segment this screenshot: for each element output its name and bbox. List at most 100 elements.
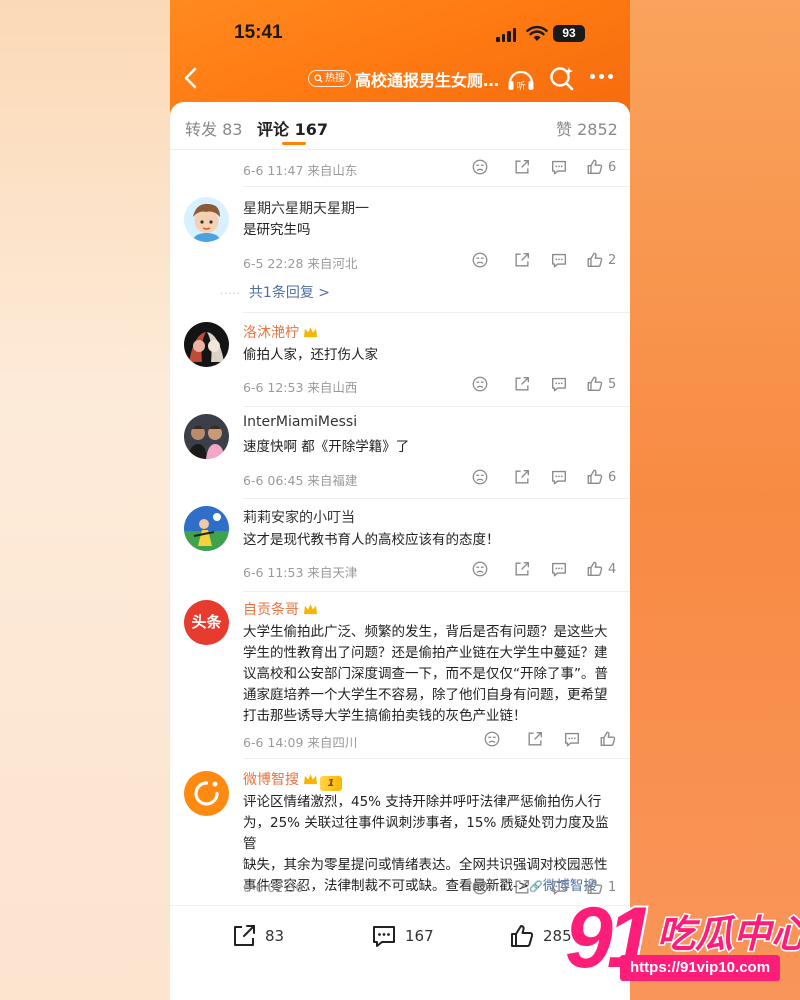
- avatar[interactable]: 头条: [184, 600, 229, 645]
- headphones-icon: 听: [508, 70, 534, 92]
- comment-author[interactable]: 莉莉安家的小叮当: [243, 507, 355, 527]
- comment-meta-row: 6-6 14:09 来自四川: [243, 730, 618, 750]
- dislike-icon[interactable]: [471, 158, 491, 178]
- crown-icon: [303, 773, 318, 790]
- comment-date: 6-6 11:53 来自天津: [243, 565, 358, 580]
- comment-divider: [243, 758, 630, 759]
- avatar[interactable]: [184, 506, 229, 551]
- thumbs-up-icon[interactable]: [586, 468, 606, 488]
- comment-line: 大学生偷拍此广泛、频繁的发生，背后是否有问题？是这些大: [243, 624, 608, 640]
- comment-icon[interactable]: [550, 158, 570, 178]
- comment-icon: [373, 926, 395, 947]
- comment-line: 议高校和公安部门深度调查一下，而不是仅仅“开除了事”。普: [243, 666, 608, 682]
- status-time: 15:41: [234, 22, 283, 43]
- avatar[interactable]: [184, 771, 229, 816]
- listen-button[interactable]: 听: [506, 65, 536, 97]
- bottom-comment-button[interactable]: 167: [370, 922, 434, 950]
- more-menu-icon[interactable]: [590, 74, 613, 79]
- author-name: 洛沐滟柠: [243, 325, 299, 341]
- dislike-icon[interactable]: [471, 375, 491, 395]
- comment-line: 评论区情绪激烈，45% 支持开除并呼吁法律严惩偷拍伤人行: [243, 794, 602, 810]
- comment-divider: [243, 498, 630, 499]
- comment-author[interactable]: 自贡条哥: [243, 599, 318, 620]
- avatar[interactable]: [184, 414, 229, 459]
- bottom-like-button[interactable]: 285: [508, 922, 572, 950]
- like-count: 2: [608, 253, 617, 268]
- comment-author[interactable]: 洛沐滟柠: [243, 322, 318, 343]
- battery-indicator: 93: [553, 25, 585, 42]
- tab-repost[interactable]: 转发 83: [185, 116, 242, 140]
- comment-divider: [243, 312, 630, 313]
- page-title: 高校通报男生女厕…: [355, 71, 500, 90]
- comment-meta-row: 6-6 02:30 1: [243, 878, 618, 898]
- comment-divider: [243, 186, 630, 187]
- avatar[interactable]: [184, 197, 229, 242]
- hot-search-label: 热搜: [325, 73, 345, 84]
- share-icon[interactable]: [513, 251, 533, 271]
- comment-icon[interactable]: [550, 560, 570, 580]
- left-background: [0, 0, 170, 1000]
- share-icon: [234, 925, 255, 946]
- dislike-icon[interactable]: [471, 468, 491, 488]
- tab-comments[interactable]: 评论 167: [257, 116, 328, 140]
- share-icon[interactable]: [513, 560, 533, 580]
- comment-text: 这才是现代教书育人的高校应该有的态度！: [243, 530, 618, 551]
- author-name: 自贡条哥: [243, 602, 299, 618]
- share-icon[interactable]: [526, 730, 546, 750]
- tab-active-indicator: [282, 142, 306, 145]
- thumbs-up-icon[interactable]: [599, 730, 619, 750]
- listen-label: 听: [516, 81, 525, 92]
- thumbs-up-icon[interactable]: [586, 158, 606, 178]
- comment-meta-row: 6-6 12:53 来自山西 5: [243, 375, 618, 395]
- thumbs-up-icon[interactable]: [586, 251, 606, 271]
- like-count: 6: [608, 160, 617, 175]
- share-icon[interactable]: [513, 158, 533, 178]
- top-nav: 热搜 高校通报男生女厕… 听: [170, 64, 630, 94]
- comment-divider: [243, 406, 630, 407]
- view-replies-link[interactable]: ····· 共1条回复 >: [220, 282, 330, 302]
- comment-icon[interactable]: [550, 251, 570, 271]
- thumbs-up-icon: [511, 925, 534, 947]
- dislike-icon[interactable]: [471, 560, 491, 580]
- hot-search-badge[interactable]: 热搜: [308, 70, 351, 87]
- comment-author[interactable]: 星期六星期天星期一: [243, 198, 369, 218]
- comment-icon[interactable]: [550, 468, 570, 488]
- like-count: 6: [608, 470, 617, 485]
- share-icon[interactable]: [513, 878, 533, 898]
- share-icon[interactable]: [513, 375, 533, 395]
- bottom-repost-count: 83: [265, 927, 285, 945]
- bottom-comment-count: 167: [405, 927, 434, 945]
- dislike-icon[interactable]: [471, 878, 491, 898]
- thumbs-up-icon[interactable]: [586, 375, 606, 395]
- comment-icon[interactable]: [550, 375, 570, 395]
- dislike-icon[interactable]: [471, 251, 491, 271]
- thumbs-up-icon[interactable]: [586, 560, 606, 580]
- comment-author[interactable]: 微博智搜 1: [243, 769, 342, 791]
- comment-meta-row: 6-5 22:28 来自河北 2: [243, 251, 618, 271]
- comment-meta-row: 6-6 06:45 来自福建 6: [243, 468, 618, 488]
- tab-likes[interactable]: 赞 2852: [556, 116, 618, 140]
- level-badge: 1: [320, 776, 342, 791]
- author-name: 莉莉安家的小叮当: [243, 510, 355, 526]
- reply-count: 共1条回复 >: [248, 285, 330, 301]
- back-arrow-icon[interactable]: [180, 64, 204, 92]
- comment-line: 学生的性教育出了问题？还是偷拍产业链在大学生中蔓延？建: [243, 645, 608, 661]
- comment-text: 大学生偷拍此广泛、频繁的发生，背后是否有问题？是这些大 学生的性教育出了问题？还是…: [243, 622, 618, 727]
- comment-author[interactable]: InterMiamiMessi: [243, 414, 357, 430]
- comment-icon[interactable]: [563, 730, 583, 750]
- comment-body: 是研究生吗: [243, 222, 311, 238]
- comment-date: 6-6 14:09 来自四川: [243, 735, 358, 750]
- search-icon[interactable]: [548, 65, 576, 93]
- avatar[interactable]: [184, 322, 229, 367]
- bottom-repost-button[interactable]: 83: [230, 922, 284, 950]
- share-icon[interactable]: [513, 468, 533, 488]
- dislike-icon[interactable]: [483, 730, 503, 750]
- crown-icon: [303, 326, 318, 343]
- signal-icon: [496, 28, 516, 42]
- comment-date: 6-6 12:53 来自山西: [243, 380, 358, 395]
- status-bar: 15:41 93: [170, 22, 630, 48]
- author-name: 星期六星期天星期一: [243, 201, 369, 217]
- wifi-icon: [526, 25, 548, 41]
- watermark-text: 吃瓜中心: [655, 911, 800, 958]
- reply-dots: ·····: [220, 289, 241, 300]
